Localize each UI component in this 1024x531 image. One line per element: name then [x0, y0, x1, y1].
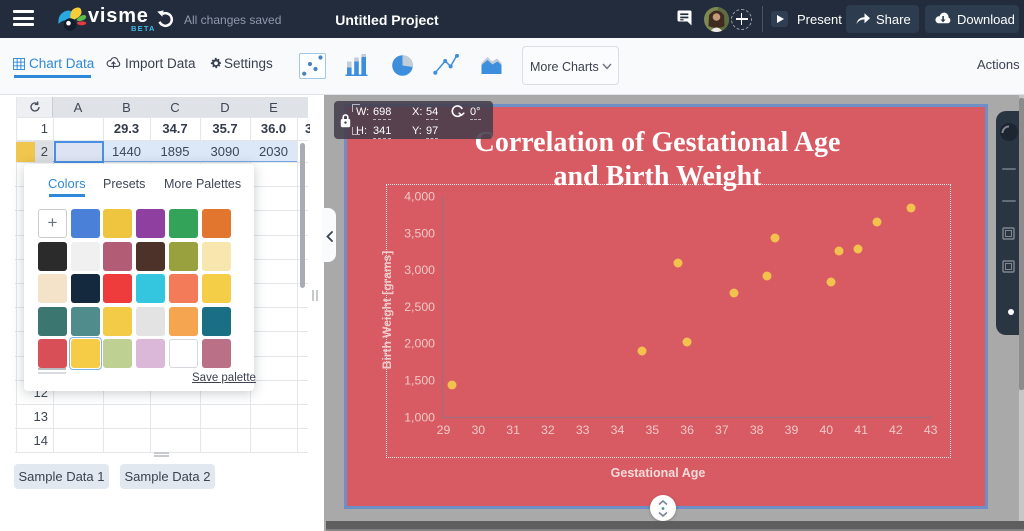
svg-text:33: 33 — [576, 423, 590, 437]
svg-text:31: 31 — [506, 423, 520, 437]
svg-text:3,500: 3,500 — [404, 226, 435, 240]
svg-text:41: 41 — [854, 423, 868, 437]
svg-text:40: 40 — [819, 423, 833, 437]
svg-text:2,500: 2,500 — [404, 300, 435, 314]
svg-text:32: 32 — [541, 423, 555, 437]
svg-text:Gestational Age: Gestational Age — [611, 466, 706, 480]
svg-text:39: 39 — [785, 423, 799, 437]
svg-text:43: 43 — [924, 423, 938, 437]
svg-text:38: 38 — [750, 423, 764, 437]
svg-text:36: 36 — [680, 423, 694, 437]
svg-text:30: 30 — [471, 423, 485, 437]
svg-text:Birth Weight [grams]: Birth Weight [grams] — [380, 251, 394, 369]
svg-text:35: 35 — [645, 423, 659, 437]
svg-text:42: 42 — [889, 423, 903, 437]
svg-text:34: 34 — [611, 423, 625, 437]
svg-text:37: 37 — [715, 423, 729, 437]
svg-text:3,000: 3,000 — [404, 263, 435, 277]
svg-text:1,000: 1,000 — [404, 410, 435, 424]
svg-text:29: 29 — [437, 423, 451, 437]
svg-text:1,500: 1,500 — [404, 374, 435, 388]
svg-text:2,000: 2,000 — [404, 337, 435, 351]
svg-text:4,000: 4,000 — [404, 190, 435, 204]
